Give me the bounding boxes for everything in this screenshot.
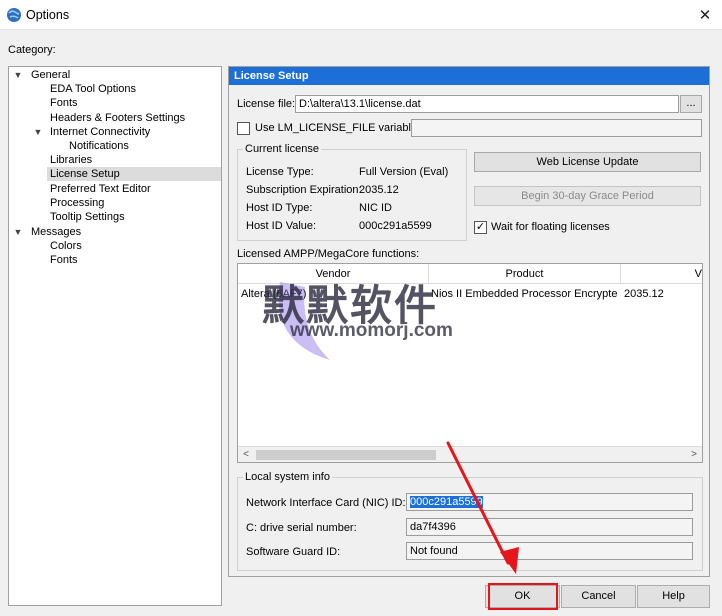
subscription-expiration-value: 2035.12 — [359, 184, 399, 196]
scroll-left-icon[interactable]: < — [238, 447, 254, 462]
begin-grace-period-button[interactable]: Begin 30-day Grace Period — [474, 186, 701, 206]
table-cell-product[interactable]: Nios II Embedded Processor Encrypte... — [431, 286, 617, 302]
ok-highlight-box — [488, 583, 558, 610]
tree-item-headers-footers[interactable]: Headers & Footers Settings — [50, 111, 185, 125]
license-file-input[interactable]: D:\altera\13.1\license.dat — [295, 95, 679, 113]
collapse-general-icon[interactable]: ▼ — [13, 70, 23, 80]
nic-id-value: 000c291a5599 — [410, 496, 483, 508]
tree-item-preferred-text-editor[interactable]: Preferred Text Editor — [50, 182, 151, 196]
tree-item-general[interactable]: General — [31, 68, 70, 82]
app-globe-icon — [7, 8, 21, 22]
license-file-label: License file: — [237, 98, 296, 110]
subscription-expiration-label: Subscription Expiration: — [246, 184, 362, 196]
tree-item-messages-fonts[interactable]: Fonts — [50, 253, 78, 267]
use-lm-license-label: Use LM_LICENSE_FILE variable: — [255, 122, 421, 134]
use-lm-license-checkbox[interactable] — [237, 122, 250, 135]
tree-item-messages[interactable]: Messages — [31, 225, 81, 239]
tree-item-license-setup[interactable]: License Setup — [47, 167, 221, 181]
host-id-type-value: NIC ID — [359, 202, 392, 214]
tree-item-tooltip-settings[interactable]: Tooltip Settings — [50, 210, 125, 224]
software-guard-field[interactable]: Not found — [406, 542, 693, 560]
close-button[interactable]: ✕ — [688, 0, 722, 30]
license-setup-panel: License Setup License file: D:\altera\13… — [228, 66, 710, 577]
table-cell-version[interactable]: 2035.12 — [624, 286, 702, 302]
nic-id-field[interactable]: 000c291a5599 — [406, 493, 693, 511]
scroll-right-icon[interactable]: > — [686, 447, 702, 462]
tree-item-eda-tool-options[interactable]: EDA Tool Options — [50, 82, 136, 96]
category-label: Category: — [8, 44, 56, 56]
scroll-thumb[interactable] — [256, 450, 436, 460]
horizontal-scrollbar[interactable]: < > — [238, 446, 702, 462]
title-bar: Options ✕ — [0, 0, 722, 30]
tree-item-fonts[interactable]: Fonts — [50, 96, 78, 110]
drive-serial-label: C: drive serial number: — [246, 522, 357, 534]
license-type-label: License Type: — [246, 166, 314, 178]
host-id-value-label: Host ID Value: — [246, 220, 317, 232]
tree-item-internet-connectivity[interactable]: Internet Connectivity — [50, 125, 150, 139]
drive-serial-field[interactable]: da7f4396 — [406, 518, 693, 536]
host-id-value: 000c291a5599 — [359, 220, 432, 232]
local-system-info-title: Local system info — [243, 471, 332, 483]
browse-button[interactable]: ... — [680, 95, 702, 113]
column-header-version[interactable]: V — [621, 264, 702, 284]
wait-floating-licenses-checkbox[interactable]: ✓ — [474, 221, 487, 234]
help-button[interactable]: Help — [637, 585, 710, 608]
category-tree[interactable]: ▼ General EDA Tool Options Fonts Headers… — [8, 66, 222, 606]
licensed-functions-table[interactable]: Vendor Product V Altera (6AF7) Nios II E… — [237, 263, 703, 463]
cancel-button[interactable]: Cancel — [561, 585, 636, 608]
host-id-type-label: Host ID Type: — [246, 202, 313, 214]
nic-id-label: Network Interface Card (NIC) ID: — [246, 497, 406, 509]
tree-item-libraries[interactable]: Libraries — [50, 153, 92, 167]
license-type-value: Full Version (Eval) — [359, 166, 449, 178]
tree-item-colors[interactable]: Colors — [50, 239, 82, 253]
close-icon: ✕ — [698, 7, 712, 24]
table-cell-vendor[interactable]: Altera (6AF7) — [241, 286, 426, 302]
collapse-messages-icon[interactable]: ▼ — [13, 227, 23, 237]
window-title: Options — [26, 8, 70, 22]
wait-floating-licenses-label: Wait for floating licenses — [491, 221, 610, 233]
web-license-update-button[interactable]: Web License Update — [474, 152, 701, 172]
current-license-title: Current license — [243, 143, 321, 155]
collapse-internet-icon[interactable]: ▼ — [33, 127, 43, 137]
column-header-vendor[interactable]: Vendor — [238, 264, 429, 284]
software-guard-label: Software Guard ID: — [246, 546, 341, 558]
lm-license-file-input[interactable] — [411, 119, 702, 137]
panel-header: License Setup — [229, 67, 709, 85]
column-header-product[interactable]: Product — [429, 264, 621, 284]
licensed-functions-label: Licensed AMPP/MegaCore functions: — [237, 248, 420, 260]
tree-item-processing[interactable]: Processing — [50, 196, 104, 210]
tree-item-notifications[interactable]: Notifications — [69, 139, 129, 153]
